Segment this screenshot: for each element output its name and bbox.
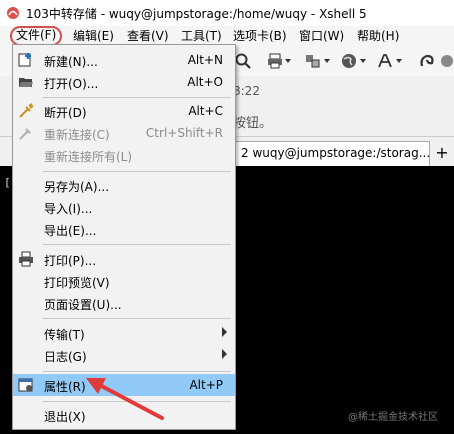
menu-separator xyxy=(43,318,231,319)
menu-item-label: 打印预览(V) xyxy=(44,276,110,290)
terminal-text: [ xyxy=(4,176,11,189)
watermark: @稀土掘金技术社区 xyxy=(348,412,438,423)
menu-separator xyxy=(43,171,231,172)
menu-item-import[interactable]: 导入(I)... xyxy=(13,196,235,218)
menu-view[interactable]: 查看(V) xyxy=(124,28,172,44)
menu-help[interactable]: 帮助(H) xyxy=(354,28,402,44)
script-icon[interactable] xyxy=(418,52,436,70)
annotation-arrow-icon xyxy=(86,378,164,420)
menu-edit[interactable]: 编辑(E) xyxy=(70,28,117,44)
tab-session-2-label: 2 wuqy@jumpstorage:/storag... xyxy=(241,146,431,160)
menu-item-open[interactable]: 打开(O)... Alt+O xyxy=(13,71,235,93)
menu-separator xyxy=(43,244,231,245)
chevron-down-icon[interactable] xyxy=(360,59,366,63)
folder-open-icon xyxy=(19,78,33,87)
menu-item-print-preview[interactable]: 打印预览(V) xyxy=(13,270,235,292)
title-bar: 103中转存储 - wuqy@jumpstorage:/home/wuqy - … xyxy=(0,0,454,26)
menu-item-shortcut: Alt+O xyxy=(187,75,223,89)
menu-item-label: 新建(N)... xyxy=(44,55,98,69)
window-title: 103中转存储 - wuqy@jumpstorage:/home/wuqy - … xyxy=(26,7,367,21)
menu-item-shortcut: Ctrl+Shift+R xyxy=(145,126,223,140)
print-icon xyxy=(19,251,33,267)
globe-icon[interactable] xyxy=(340,52,358,70)
menu-item-shortcut: Alt+C xyxy=(188,104,223,118)
menu-item-label: 页面设置(U)... xyxy=(44,298,122,312)
menu-item-print[interactable]: 打印(P)... xyxy=(13,248,235,270)
menu-item-save-as[interactable]: 另存为(A)... xyxy=(13,174,235,196)
chevron-down-icon[interactable] xyxy=(324,59,330,63)
menu-item-label: 导出(E)... xyxy=(44,224,97,238)
more-icon[interactable] xyxy=(438,52,454,70)
properties-icon xyxy=(18,378,33,392)
search-icon[interactable] xyxy=(234,52,252,70)
menu-item-label: 导入(I)... xyxy=(44,202,93,216)
menu-item-label: 打开(O)... xyxy=(44,77,99,91)
menu-item-label: 重新连接所有(L) xyxy=(44,150,133,164)
reconnect-icon xyxy=(19,128,31,140)
chevron-down-icon[interactable] xyxy=(396,59,402,63)
menu-item-disconnect[interactable]: 断开(D) Alt+C xyxy=(13,100,235,122)
font-icon[interactable] xyxy=(376,52,394,70)
menu-file[interactable]: 文件(F) xyxy=(10,26,63,46)
menu-tabs[interactable]: 选项卡(B) xyxy=(230,28,290,44)
menu-item-reconnect-all: 重新连接所有(L) xyxy=(13,144,235,166)
disconnect-icon xyxy=(19,103,34,118)
new-session-icon xyxy=(18,53,31,67)
transfer-icon[interactable] xyxy=(304,52,322,70)
menu-item-label: 打印(P)... xyxy=(44,254,97,268)
add-tab-button[interactable]: + xyxy=(432,142,452,164)
menu-item-page-setup[interactable]: 页面设置(U)... xyxy=(13,292,235,314)
menu-window[interactable]: 窗口(W) xyxy=(296,28,347,44)
menu-item-new[interactable]: 新建(N)... Alt+N xyxy=(13,49,235,71)
menu-item-label: 另存为(A)... xyxy=(44,180,110,194)
hint-text: 按钮。 xyxy=(233,116,273,131)
menu-bar: 文件(F) 编辑(E) 查看(V) 工具(T) 选项卡(B) 窗口(W) 帮助(… xyxy=(0,26,454,46)
submenu-arrow-icon xyxy=(222,349,227,359)
submenu-arrow-icon xyxy=(222,327,227,337)
menu-tools[interactable]: 工具(T) xyxy=(178,28,225,44)
menu-item-export[interactable]: 导出(E)... xyxy=(13,218,235,240)
menu-item-label: 传输(T) xyxy=(44,328,85,342)
menu-separator xyxy=(43,97,231,98)
print-icon[interactable] xyxy=(266,52,284,70)
menu-item-shortcut: Alt+P xyxy=(189,378,223,392)
menu-item-label: 重新连接(C) xyxy=(44,128,110,142)
menu-item-transfer[interactable]: 传输(T) xyxy=(13,322,235,344)
session-time: 8:22 xyxy=(233,84,260,98)
menu-item-reconnect: 重新连接(C) Ctrl+Shift+R xyxy=(13,122,235,144)
menu-item-label: 断开(D) xyxy=(44,106,87,120)
menu-item-shortcut: Alt+N xyxy=(187,53,223,67)
tab-session-2[interactable]: 2 wuqy@jumpstorage:/storag... xyxy=(232,141,430,166)
chevron-down-icon[interactable] xyxy=(285,59,291,63)
xshell-app-icon[interactable] xyxy=(6,6,20,20)
